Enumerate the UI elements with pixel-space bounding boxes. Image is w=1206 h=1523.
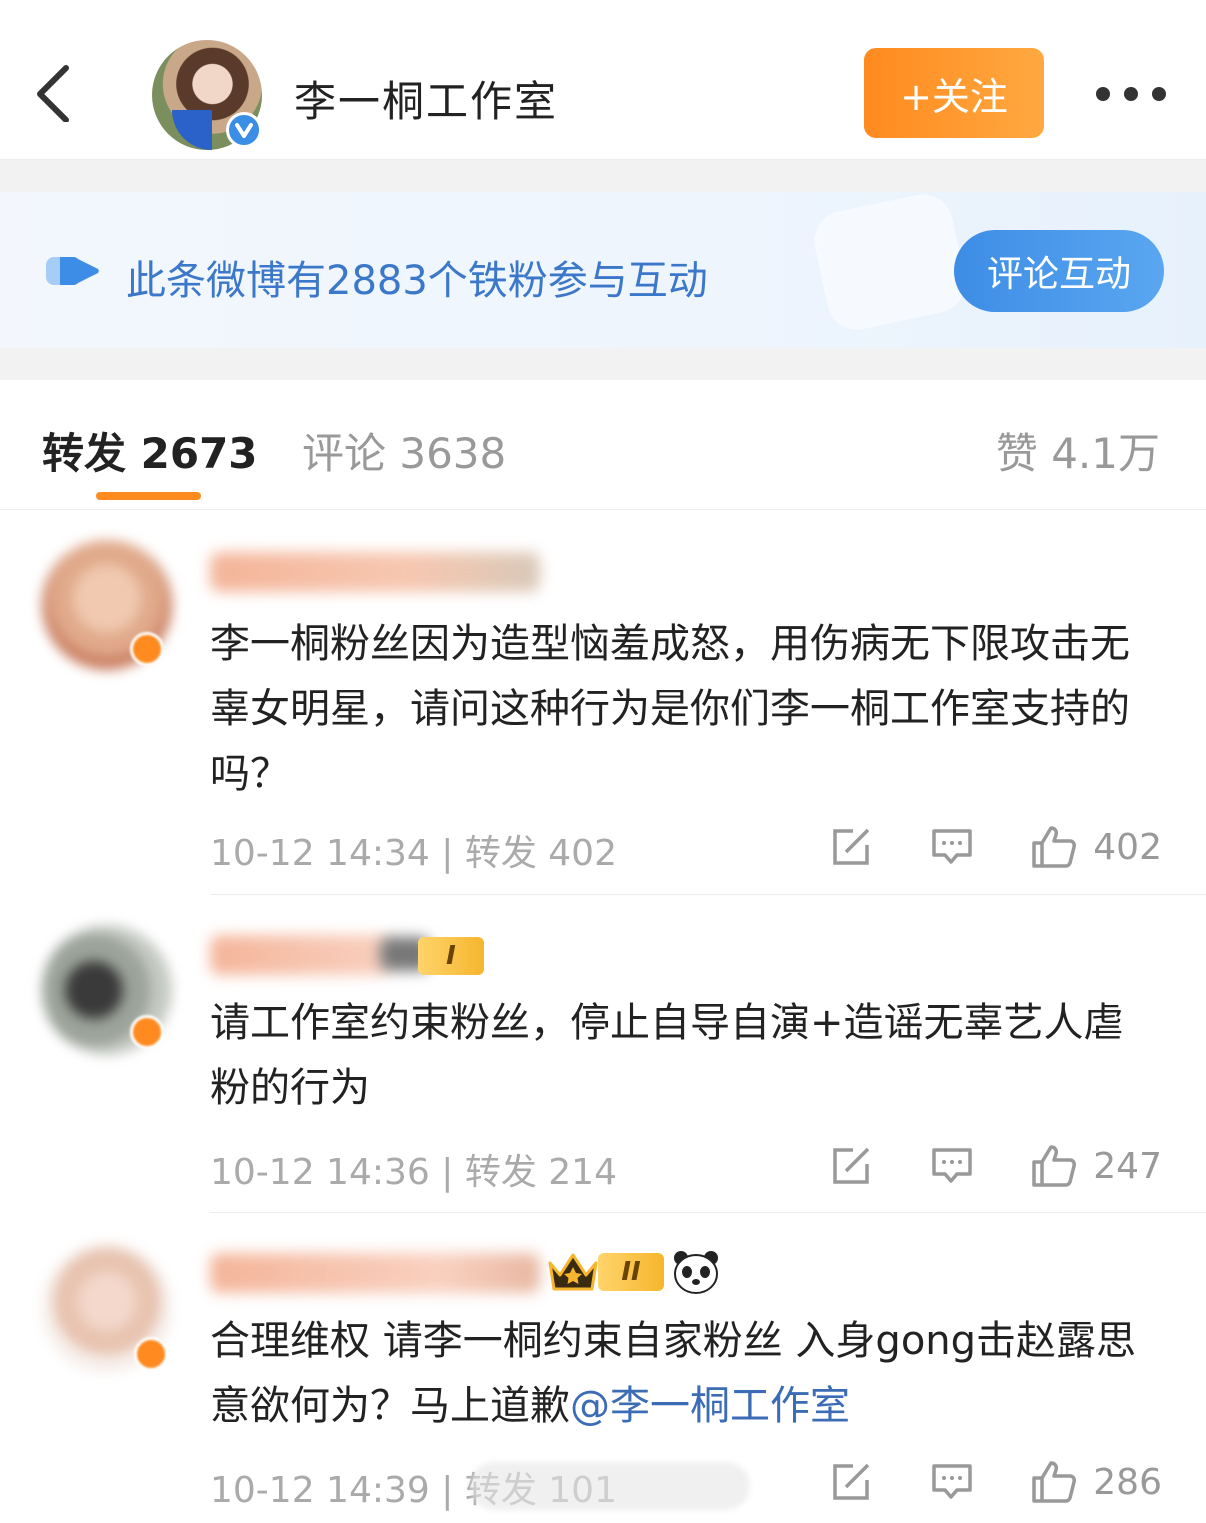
double-play-icon bbox=[46, 257, 99, 285]
banner-decoration bbox=[809, 188, 971, 336]
edit-icon bbox=[833, 1147, 870, 1184]
follow-button[interactable]: +关注 bbox=[864, 48, 1044, 138]
username-blurred[interactable] bbox=[210, 935, 390, 975]
comment-text: 合理维权 请李一桐约束自家粉丝 入身gong击赵露思意欲何为？马上道歉@李一桐工… bbox=[210, 1309, 1160, 1439]
header-bar: 李一桐工作室 +关注 bbox=[0, 0, 1206, 160]
banner-text: 此条微博有2883个铁粉参与互动 bbox=[126, 258, 708, 304]
tab-repost[interactable]: 转发 2673 bbox=[42, 420, 258, 481]
tab-bar: 转发 2673 评论 3638 赞 4.1万 bbox=[0, 380, 1206, 510]
comment-text: 请工作室约束粉丝，停止自导自演+造谣无辜艺人虐粉的行为 bbox=[210, 1000, 1124, 1111]
user-badge-icon bbox=[130, 1015, 164, 1049]
thumbs-up-icon bbox=[1032, 1461, 1077, 1503]
like-button[interactable]: 402 bbox=[1031, 825, 1162, 869]
user-badge-icon bbox=[130, 632, 164, 666]
repost-button[interactable] bbox=[831, 1146, 873, 1186]
comment-bubble-icon bbox=[932, 829, 973, 864]
like-count: 247 bbox=[1093, 1145, 1162, 1187]
thumbs-up-icon bbox=[1032, 1145, 1077, 1187]
active-tab-indicator bbox=[96, 492, 201, 500]
back-button[interactable] bbox=[30, 62, 80, 123]
page-title[interactable]: 李一桐工作室 bbox=[294, 68, 558, 129]
comment-button[interactable] bbox=[931, 827, 973, 867]
mention-link[interactable]: @李一桐工作室 bbox=[570, 1383, 850, 1429]
tab-comment[interactable]: 评论 3638 bbox=[302, 420, 506, 481]
repost-button[interactable] bbox=[831, 1462, 873, 1502]
comment-button[interactable] bbox=[931, 1146, 973, 1186]
comment-item: I 请工作室约束粉丝，停止自导自演+造谣无辜艺人虐粉的行为 10-12 14:3… bbox=[0, 895, 1206, 1213]
comment-meta: 10-12 14:34 | 转发 402 bbox=[210, 833, 617, 874]
edit-icon bbox=[833, 1463, 870, 1500]
verified-v-icon bbox=[226, 112, 262, 148]
comment-actions: 247 bbox=[831, 1141, 1162, 1191]
comment-actions: 286 bbox=[831, 1457, 1162, 1507]
like-button[interactable]: 286 bbox=[1031, 1460, 1162, 1504]
fan-level-badge: I bbox=[418, 937, 484, 975]
fan-level-badge: II bbox=[598, 1253, 664, 1291]
comment-meta: 10-12 14:36 | 转发 214 bbox=[210, 1152, 617, 1193]
username-blurred[interactable] bbox=[210, 552, 540, 592]
user-badge-icon bbox=[134, 1337, 168, 1371]
like-button[interactable]: 247 bbox=[1031, 1144, 1162, 1188]
avatar-detail bbox=[172, 110, 212, 150]
like-count: 286 bbox=[1093, 1461, 1162, 1503]
comment-bubble-icon bbox=[932, 1148, 973, 1183]
more-dots-icon[interactable] bbox=[1096, 84, 1166, 104]
comment-interact-button[interactable]: 评论互动 bbox=[954, 230, 1164, 312]
comment-item: 李一桐粉丝因为造型恼羞成怒，用伤病无下限攻击无辜女明星，请问这种行为是你们李一桐… bbox=[0, 510, 1206, 895]
comment-text: 李一桐粉丝因为造型恼羞成怒，用伤病无下限攻击无辜女明星，请问这种行为是你们李一桐… bbox=[210, 621, 1130, 797]
comment-bubble-icon bbox=[932, 1464, 973, 1499]
watermark-overlay bbox=[470, 1462, 750, 1510]
chevron-left-icon bbox=[37, 65, 69, 123]
like-count: 402 bbox=[1093, 826, 1162, 868]
panda-icon bbox=[674, 1251, 718, 1294]
comment-button[interactable] bbox=[931, 1462, 973, 1502]
tab-like[interactable]: 赞 4.1万 bbox=[996, 420, 1160, 481]
edit-icon bbox=[833, 828, 870, 865]
comment-actions: 402 bbox=[831, 822, 1162, 872]
repost-button[interactable] bbox=[831, 827, 873, 867]
thumbs-up-icon bbox=[1032, 826, 1077, 868]
crown-icon bbox=[548, 1253, 598, 1291]
username-blurred[interactable] bbox=[210, 1253, 540, 1293]
